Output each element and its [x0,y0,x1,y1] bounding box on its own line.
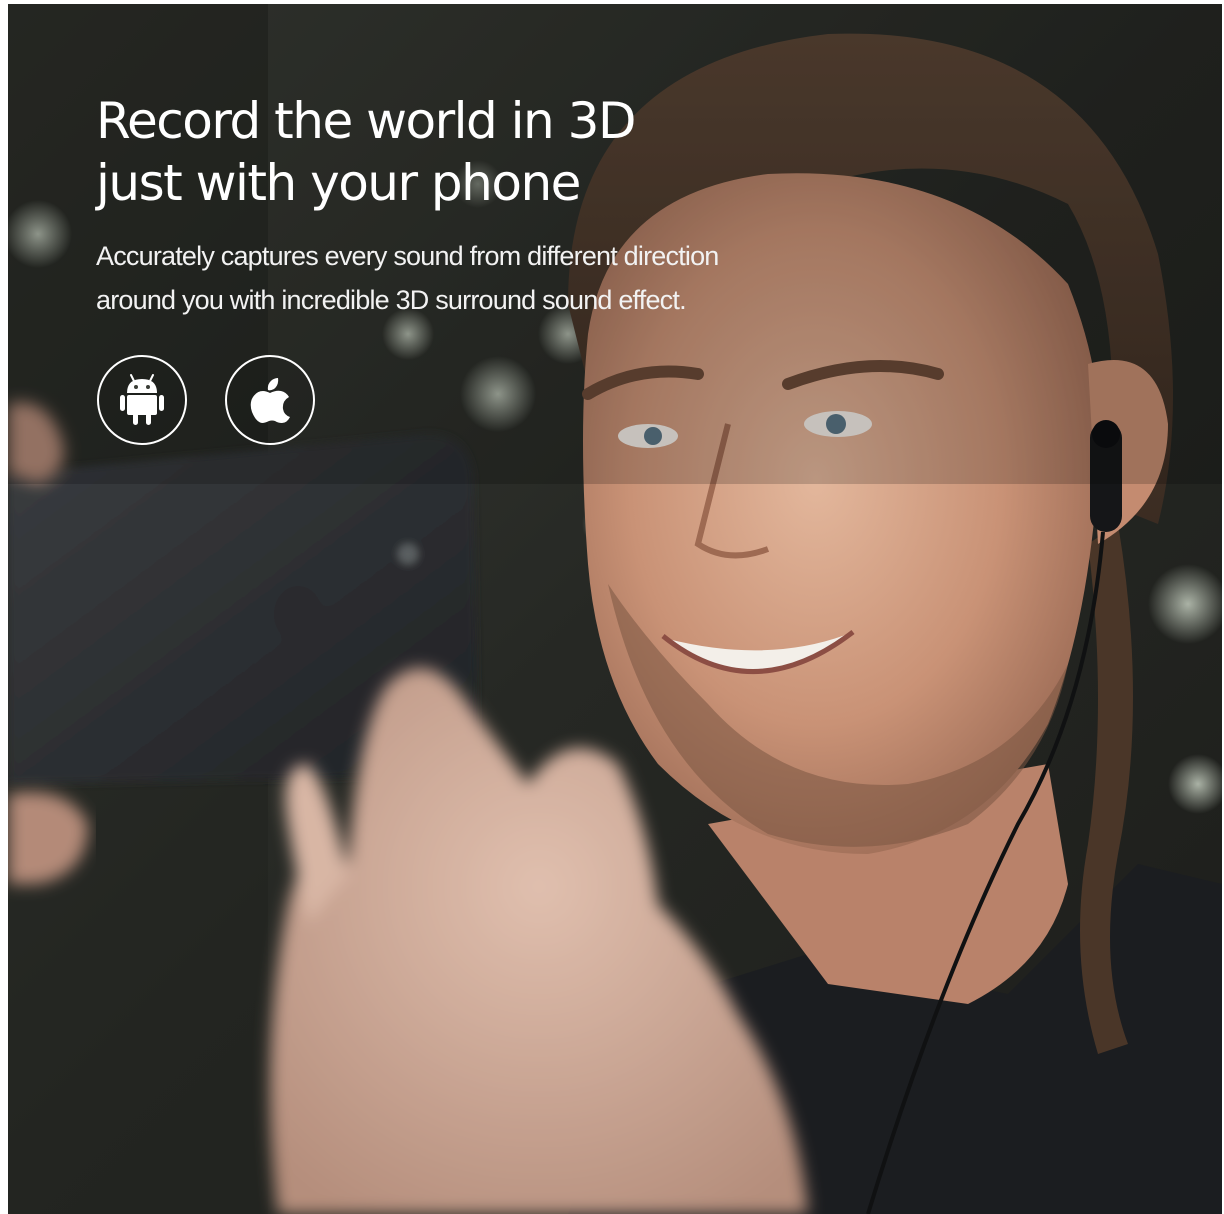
apple-badge [225,355,315,445]
hero-banner: Record the world in 3D just with your ph… [8,4,1222,1214]
subheadline-line-2: around you with incredible 3D surround s… [96,285,687,315]
subheadline: Accurately captures every sound from dif… [96,234,856,322]
headline: Record the world in 3D just with your ph… [96,90,856,214]
apple-icon [250,378,290,423]
platform-badges [97,355,315,445]
subheadline-line-1: Accurately captures every sound from dif… [96,241,719,271]
headline-line-1: Record the world in 3D [96,92,636,150]
hero-copy: Record the world in 3D just with your ph… [96,90,856,322]
headline-line-2: just with your phone [96,154,581,212]
android-icon [120,374,164,425]
android-badge [97,355,187,445]
